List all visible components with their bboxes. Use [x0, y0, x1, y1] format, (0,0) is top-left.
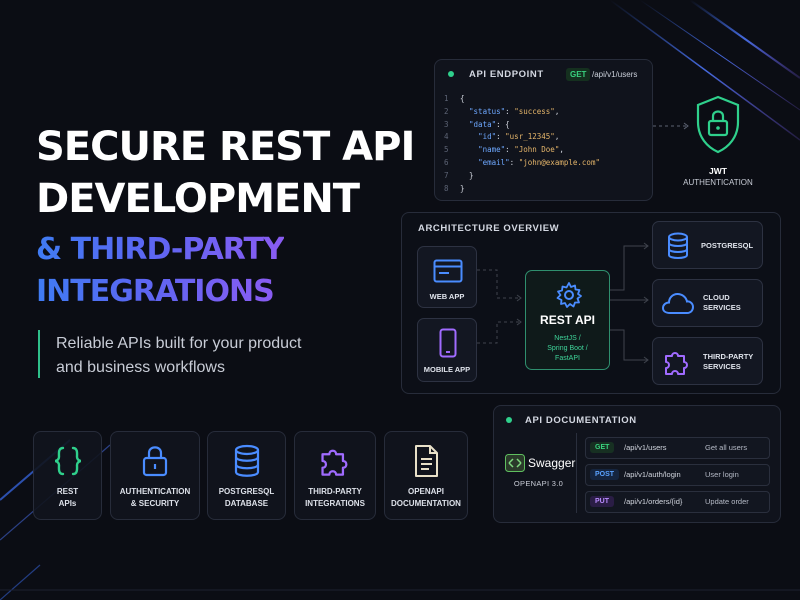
- feature-label-line-1: POSTGRESQL: [218, 487, 275, 496]
- feature-openapi: OPENAPI DOCUMENTATION: [384, 431, 468, 520]
- architecture-label: ARCHITECTURE OVERVIEW: [418, 223, 560, 234]
- feature-label: THIRD-PARTY INTEGRATIONS: [295, 486, 375, 510]
- feature-label-line-2: INTEGRATIONS: [305, 499, 365, 508]
- feature-label-line-2: DOCUMENTATION: [391, 499, 461, 508]
- framework-nestjs: NestJS /: [554, 335, 581, 342]
- feature-label-line-2: & SECURITY: [130, 499, 180, 508]
- shield-lock-icon: [696, 95, 740, 154]
- gear-icon: [556, 282, 582, 308]
- jwt-subtitle: AUTHENTICATION: [683, 178, 753, 187]
- jwt-label: JWT AUTHENTICATION: [668, 166, 768, 188]
- feature-label-line-2: APIs: [58, 499, 77, 508]
- swagger-logo-icon: [505, 454, 525, 472]
- endpoint-description: User login: [705, 470, 739, 479]
- cloud-icon: [661, 292, 695, 314]
- cloud-services-label: CLOUD SERVICES: [703, 293, 741, 313]
- feature-label-line-1: AUTHENTICATION: [119, 487, 191, 496]
- braces-icon: [54, 446, 81, 476]
- third-party-services-node: THIRD-PARTY SERVICES: [652, 337, 763, 385]
- doc-endpoint-row[interactable]: GET /api/v1/users Get all users: [585, 437, 770, 459]
- feature-label: POSTGRESQL DATABASE: [208, 486, 285, 510]
- doc-endpoint-row[interactable]: PUT /api/v1/orders/{id} Update order: [585, 491, 770, 513]
- doc-divider: [576, 433, 577, 513]
- third-party-label-line-2: SERVICES: [703, 362, 741, 371]
- cloud-label-line-1: CLOUD: [703, 293, 730, 302]
- method-badge: POST: [590, 469, 620, 480]
- framework-fastapi: FastAPI: [555, 355, 580, 362]
- feature-label: AUTHENTICATION & SECURITY: [111, 486, 199, 510]
- feature-label-line-1: REST: [56, 487, 79, 496]
- database-icon: [668, 232, 688, 259]
- endpoint-path: /api/v1/users: [624, 443, 667, 452]
- endpoint-description: Update order: [705, 497, 749, 506]
- lock-icon: [142, 446, 168, 477]
- status-dot: [506, 417, 512, 423]
- cloud-label-line-2: SERVICES: [703, 303, 741, 312]
- document-icon: [415, 445, 438, 477]
- database-icon: [234, 444, 259, 477]
- feature-label-line-1: OPENAPI: [407, 487, 444, 496]
- feature-label: REST APIs: [34, 486, 101, 510]
- rest-api-frameworks: NestJS / Spring Boot / FastAPI: [525, 334, 610, 364]
- third-party-label: THIRD-PARTY SERVICES: [703, 352, 753, 372]
- cloud-services-node: CLOUD SERVICES: [652, 279, 763, 327]
- feature-postgresql: POSTGRESQL DATABASE: [207, 431, 286, 520]
- browser-window-icon: [433, 259, 463, 283]
- method-badge: PUT: [590, 496, 614, 507]
- feature-authentication: AUTHENTICATION & SECURITY: [110, 431, 200, 520]
- feature-rest-apis: REST APIs: [33, 431, 102, 520]
- puzzle-icon: [321, 449, 348, 476]
- feature-label-line-2: DATABASE: [224, 499, 269, 508]
- openapi-version: OPENAPI 3.0: [513, 479, 564, 488]
- endpoint-description: Get all users: [705, 443, 748, 452]
- method-badge: GET: [590, 442, 615, 453]
- jwt-title: JWT: [709, 166, 727, 176]
- mobile-phone-icon: [439, 328, 457, 358]
- feature-label-line-1: THIRD-PARTY: [308, 487, 362, 496]
- web-app-label: WEB APP: [429, 292, 465, 301]
- swagger-label: Swagger: [528, 456, 576, 470]
- endpoint-path: /api/v1/orders/{id}: [624, 497, 683, 506]
- puzzle-icon: [665, 352, 688, 375]
- api-documentation-label: API DOCUMENTATION: [525, 415, 637, 426]
- mobile-app-label: MOBILE APP: [423, 365, 471, 374]
- rest-api-title: REST API: [540, 313, 595, 327]
- postgresql-node: POSTGRESQL: [652, 221, 763, 269]
- endpoint-path: /api/v1/auth/login: [624, 470, 681, 479]
- postgresql-label: POSTGRESQL: [701, 241, 754, 250]
- framework-spring-boot: Spring Boot /: [547, 345, 588, 352]
- doc-endpoint-row[interactable]: POST /api/v1/auth/login User login: [585, 464, 770, 486]
- third-party-label-line-1: THIRD-PARTY: [703, 352, 754, 361]
- feature-third-party: THIRD-PARTY INTEGRATIONS: [294, 431, 376, 520]
- feature-label: OPENAPI DOCUMENTATION: [385, 486, 467, 510]
